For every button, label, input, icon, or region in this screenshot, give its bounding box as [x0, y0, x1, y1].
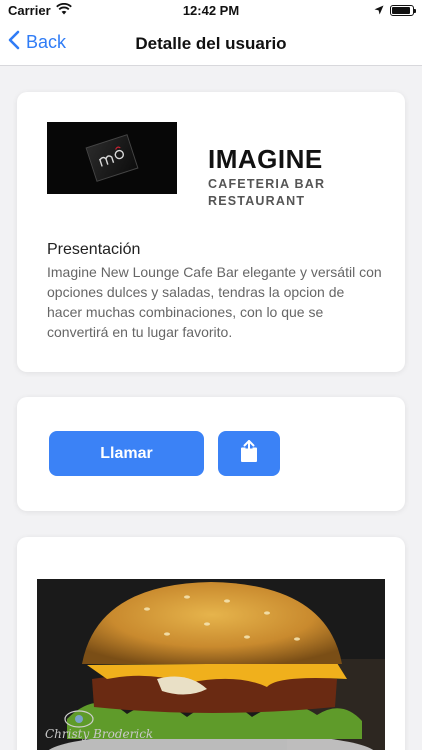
- share-icon: [239, 439, 259, 468]
- status-bar: Carrier 12:42 PM: [0, 0, 422, 22]
- status-right: [374, 3, 416, 18]
- battery-fill: [392, 7, 410, 14]
- page-title: Detalle del usuario: [135, 34, 287, 53]
- nav-bar: Back Detalle del usuario: [0, 22, 422, 66]
- logo-mark: [85, 134, 139, 182]
- location-arrow-icon: [374, 3, 384, 18]
- business-category: CAFETERIA BAR RESTAURANT: [208, 177, 326, 208]
- battery-icon: [390, 5, 416, 16]
- call-button[interactable]: Llamar: [49, 431, 204, 476]
- status-time: 12:42 PM: [182, 3, 240, 18]
- business-logo: [47, 122, 177, 194]
- presentation-heading: Presentación: [47, 241, 141, 258]
- actions-card: Llamar: [17, 397, 405, 511]
- business-name: IMAGINE: [208, 144, 323, 174]
- photo-card: Christy Broderick: [17, 537, 405, 750]
- burger-photo: Christy Broderick: [37, 579, 385, 750]
- profile-card: IMAGINE CAFETERIA BAR RESTAURANT Present…: [17, 92, 405, 372]
- photo-watermark: Christy Broderick: [45, 727, 154, 741]
- share-button[interactable]: [218, 431, 280, 476]
- burger-illustration: [37, 579, 385, 750]
- business-description: Imagine New Lounge Cafe Bar elegante y v…: [47, 264, 382, 340]
